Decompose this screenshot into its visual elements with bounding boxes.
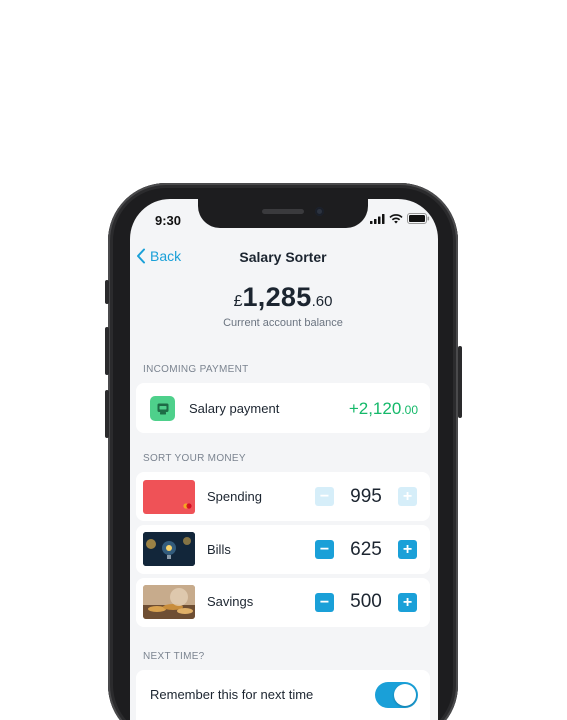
savings-increment-button[interactable]: + bbox=[398, 593, 417, 612]
section-title-next-time: NEXT TIME? bbox=[143, 651, 205, 662]
section-title-incoming: INCOMING PAYMENT bbox=[143, 364, 249, 375]
volume-up-button bbox=[105, 327, 109, 375]
toggle-knob bbox=[394, 684, 416, 706]
row-label-bills: Bills bbox=[207, 542, 231, 557]
status-time: 9:30 bbox=[155, 213, 182, 228]
bills-value: 625 bbox=[350, 539, 382, 560]
spending-card-image bbox=[143, 480, 195, 514]
bills-increment-button[interactable]: + bbox=[398, 540, 417, 559]
bills-lightbulb-image bbox=[143, 532, 195, 566]
volume-down-button bbox=[105, 390, 109, 438]
spending-decrement-button[interactable]: − bbox=[315, 487, 334, 506]
balance-whole: 1,285 bbox=[242, 282, 312, 312]
remember-toggle[interactable] bbox=[375, 682, 418, 708]
speaker-grille bbox=[262, 209, 304, 214]
status-icons bbox=[370, 213, 430, 224]
bills-decrement-button[interactable]: − bbox=[315, 540, 334, 559]
back-label: Back bbox=[150, 248, 182, 264]
salary-amount-whole: +2,120 bbox=[348, 399, 402, 418]
signal-icon bbox=[370, 213, 385, 224]
spending-increment-button[interactable]: + bbox=[398, 487, 417, 506]
salary-payment-label: Salary payment bbox=[189, 401, 280, 416]
banknote-icon bbox=[150, 396, 175, 421]
front-camera bbox=[315, 207, 324, 216]
page-title: Salary Sorter bbox=[239, 249, 327, 265]
wifi-icon bbox=[389, 213, 403, 223]
section-title-sort: SORT YOUR MONEY bbox=[143, 453, 246, 464]
power-button bbox=[458, 346, 462, 418]
salary-payment-amount: +2,120.00 bbox=[320, 399, 418, 419]
savings-coins-image bbox=[143, 585, 195, 619]
remember-label: Remember this for next time bbox=[150, 687, 314, 702]
chevron-left-icon bbox=[137, 248, 145, 264]
balance-fraction: .60 bbox=[311, 293, 333, 310]
row-label-savings: Savings bbox=[207, 594, 254, 609]
balance-label: Current account balance bbox=[223, 317, 343, 329]
back-button[interactable]: Back bbox=[136, 248, 181, 264]
mute-switch bbox=[105, 280, 109, 304]
row-label-spending: Spending bbox=[207, 489, 262, 504]
salary-amount-fraction: .00 bbox=[401, 403, 418, 417]
account-balance: £1,285.60 bbox=[180, 282, 386, 313]
savings-decrement-button[interactable]: − bbox=[315, 593, 334, 612]
savings-value: 500 bbox=[350, 591, 382, 612]
spending-value: 995 bbox=[350, 486, 382, 507]
battery-icon bbox=[407, 213, 430, 224]
